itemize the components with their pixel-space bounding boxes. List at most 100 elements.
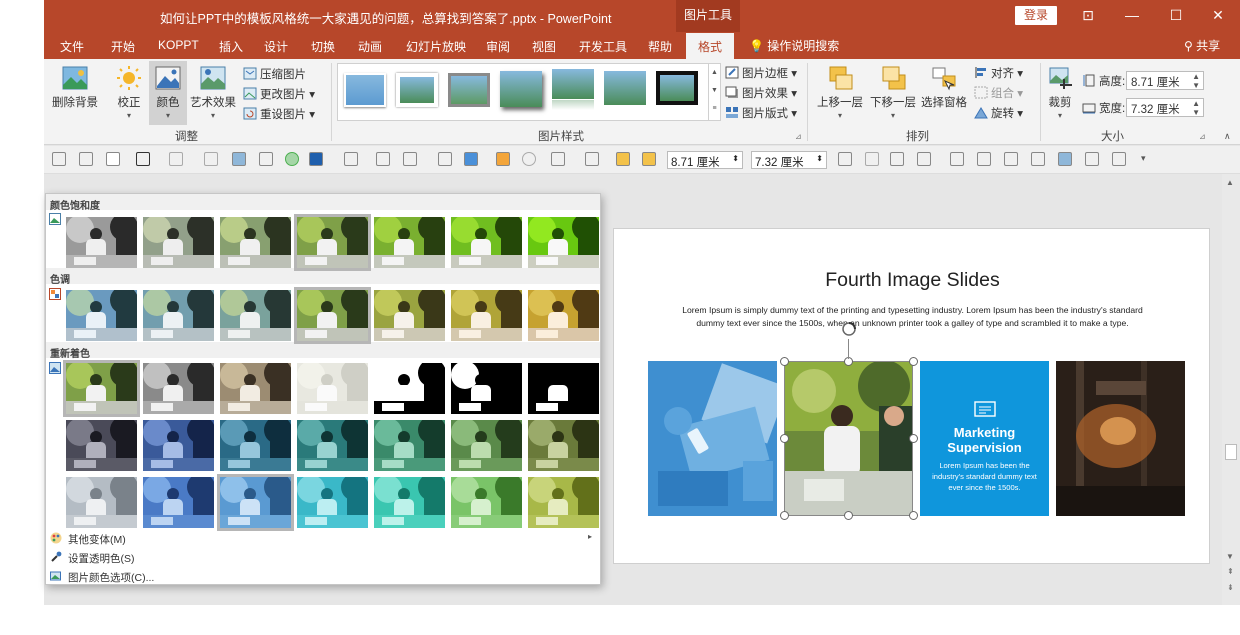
picture-layout-button[interactable]: 图片版式 ▾ [725,105,797,121]
dialog-launcher-icon[interactable]: ⊿ [1199,132,1206,141]
dialog-launcher-icon[interactable]: ⊿ [795,132,802,141]
text-box-icon[interactable] [79,152,93,166]
slide-canvas[interactable]: Fourth Image Slides Lorem Ipsum is simpl… [613,228,1210,564]
saturation-variant[interactable] [66,217,137,268]
tab-review[interactable]: 审阅 [486,38,510,55]
recolor-variant[interactable] [374,477,445,528]
artistic-effects-button[interactable]: 艺术效果 ▾ [190,65,236,120]
frame-icon[interactable] [917,152,931,166]
reset-picture-button[interactable]: 重设图片 ▾ [243,106,315,122]
resize-handle[interactable] [909,357,918,366]
recolor-variant[interactable] [528,420,599,471]
fill-color-icon[interactable] [309,152,323,166]
scroll-down-icon[interactable]: ▼ [1226,552,1234,561]
spin-icon[interactable]: ▲ ▼ [1192,99,1200,117]
pen-color-icon[interactable] [438,152,452,166]
resize-handle[interactable] [780,434,789,443]
share-button[interactable]: ⚲ 共享 [1184,37,1220,54]
recolor-variant[interactable] [374,420,445,471]
recolor-variant[interactable] [143,477,214,528]
compress-pictures-button[interactable]: 压缩图片 [243,66,306,82]
login-button[interactable]: 登录 [1015,6,1057,25]
align-button[interactable]: 对齐 ▾ [974,65,1023,81]
height-input[interactable]: 8.71 厘米 ▲ ▼ [1126,71,1204,90]
bring-forward-button[interactable]: 上移一层 ▾ [815,65,865,120]
paint-bucket-icon[interactable] [344,152,358,166]
align-top-icon[interactable] [1085,152,1099,166]
resize-handle[interactable] [780,511,789,520]
align-left-icon[interactable] [950,152,964,166]
picture-swap-icon[interactable] [1058,152,1072,166]
delete-icon[interactable] [865,152,879,166]
recolor-variant[interactable] [297,477,368,528]
outline-color-icon[interactable] [403,152,417,166]
recolor-variant[interactable] [528,477,599,528]
saturation-variant[interactable] [220,217,291,268]
scroll-down-icon[interactable]: ▼ [711,87,718,94]
tab-format[interactable]: 格式 [686,33,735,59]
picture-border-button[interactable]: 图片边框 ▾ [725,65,797,81]
align-middle-icon[interactable] [1031,152,1045,166]
saturation-variant[interactable] [294,214,371,271]
recolor-variant[interactable] [220,363,291,414]
width-input[interactable]: 7.32 厘米 ▲ ▼ [1126,98,1204,117]
picture-style-2[interactable] [396,73,438,107]
rotate-button[interactable]: 旋转 ▾ [974,105,1023,121]
slide-body-text[interactable]: Lorem Ipsum is simply dummy text of the … [674,304,1151,329]
chart-icon[interactable] [496,152,510,166]
picture-style-4[interactable] [500,71,542,107]
recolor-variant[interactable] [66,420,137,471]
send-back-icon[interactable] [642,152,656,166]
align-bottom-icon[interactable] [1112,152,1126,166]
picture-style-7[interactable] [656,71,698,105]
saturation-variant[interactable] [451,217,522,268]
picture-style-6[interactable] [604,71,646,105]
recolor-variant[interactable] [374,363,445,414]
recolor-variant[interactable] [297,420,368,471]
recolor-variant[interactable] [143,363,214,414]
recolor-variant[interactable] [297,363,368,414]
spin-icon[interactable]: ▲ ▼ [1192,72,1200,90]
toolbar-more-icon[interactable]: ▾ [1141,153,1146,164]
spin-icon[interactable]: ⬍ [816,154,823,163]
pen-icon[interactable] [376,152,390,166]
bring-front-icon[interactable] [616,152,630,166]
shape-outline-icon[interactable] [106,152,120,166]
send-backward-button[interactable]: 下移一层 ▾ [868,65,918,120]
tab-slideshow[interactable]: 幻灯片放映 [406,38,466,55]
picture-style-3[interactable] [448,73,490,107]
resize-handle[interactable] [909,434,918,443]
spin-icon[interactable]: ⬍ [732,154,739,163]
effects-icon[interactable] [522,152,536,166]
close-button[interactable]: ✕ [1196,0,1240,32]
recolor-variant[interactable] [220,420,291,471]
distribute-icon[interactable] [1004,152,1018,166]
gallery-more-icon[interactable]: ≡ [712,105,716,112]
saturation-variant[interactable] [528,217,599,268]
recolor-variant[interactable] [451,477,522,528]
minimize-button[interactable]: — [1110,0,1154,32]
collapse-ribbon-icon[interactable]: ∧ [1224,131,1231,142]
resize-handle[interactable] [909,511,918,520]
toolbar-width-input[interactable]: 7.32 厘米 ⬍ [751,151,827,169]
saturation-variant[interactable] [374,217,445,268]
tab-insert[interactable]: 插入 [219,38,243,55]
align-center-icon[interactable] [977,152,991,166]
recolor-variant[interactable] [528,363,599,414]
recolor-variant[interactable] [63,360,140,417]
tone-variant[interactable] [294,287,371,344]
tab-file[interactable]: 文件 [60,38,84,55]
crop-tool-icon[interactable] [259,152,273,166]
alt-text-icon[interactable] [838,152,852,166]
tell-me-search[interactable]: 💡 操作说明搜索 [749,37,839,54]
maximize-button[interactable]: ☐ [1154,0,1198,32]
picture-color-options-item[interactable]: 图片颜色选项(C)... [46,567,600,586]
font-color-icon[interactable] [169,152,183,166]
shape-icon[interactable] [285,152,299,166]
tone-variant[interactable] [374,290,445,341]
vertical-scrollbar[interactable]: ▲ ▼ ⇞ ⇟ [1222,174,1240,605]
tab-koppt[interactable]: KOPPT [158,38,199,52]
resize-handle[interactable] [780,357,789,366]
text-icon[interactable] [136,152,150,166]
recolor-variant[interactable] [143,420,214,471]
